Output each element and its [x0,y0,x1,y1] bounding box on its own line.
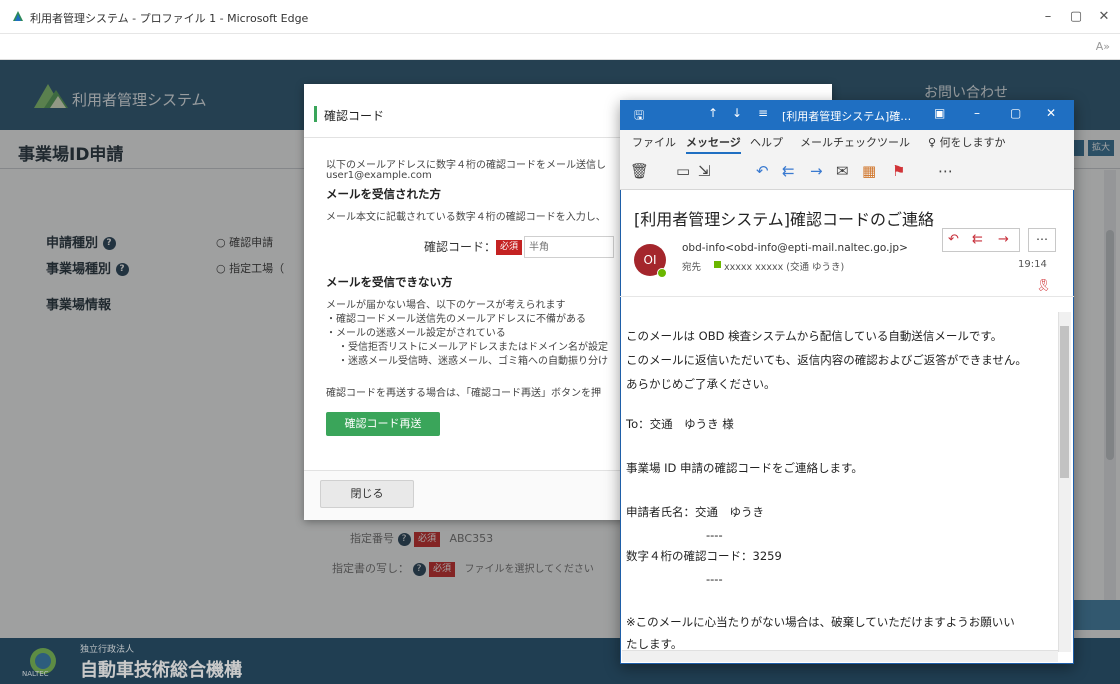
email-body-line: 事業場 ID 申請の確認コードをご連絡します。 [626,461,863,475]
minimize-button[interactable]: – [1036,8,1060,26]
recipient-status-icon [714,261,721,268]
email-scrollbar-thumb[interactable] [1060,326,1069,478]
reply-all-button[interactable]: ⇇ [972,232,983,247]
forward-icon[interactable]: → [810,162,823,180]
not-received-line: ・迷惑メール受信時、迷惑メール、ゴミ箱への自動振り分け [338,356,608,367]
tab-help[interactable]: ヘルプ [750,134,783,150]
more-commands-icon[interactable]: ⋯ [938,162,953,180]
close-window-button[interactable]: ✕ [1092,8,1116,26]
email-horizontal-scrollbar[interactable] [622,650,1058,662]
customize-toolbar-icon[interactable]: ≡ [758,106,768,120]
email-body-line: このメールに返信いただいても、返信内容の確認およびご返答ができません。 [626,353,1027,367]
browser-window-title: 利用者管理システム - プロファイル 1 - Microsoft Edge [30,12,309,25]
email-body-line: ---- [706,528,723,542]
save-icon[interactable]: 🖫 [634,106,644,127]
code-label: 確認コード： 必須 [424,238,523,255]
resend-hint: 確認コードを再送する場合は、「確認コード再送」ボタンを押 [326,388,601,399]
email-body-line: あらかじめご了承ください。 [626,377,776,391]
archive-icon[interactable]: ▭ [676,162,690,180]
app-logo-icon [13,11,23,21]
dialog-email: user1@example.com [326,170,432,181]
read-unread-icon[interactable]: ✉ [836,162,849,180]
tab-message[interactable]: メッセージ [686,134,741,154]
required-badge: 必須 [496,240,523,255]
received-time: 19:14 [1018,259,1047,270]
sender-address[interactable]: obd-info<obd-info@epti-mail.naltec.go.jp… [682,242,908,254]
more-actions-button[interactable]: ⋯ [1028,228,1056,252]
received-text: メール本文に記載されている数字４桁の確認コードを入力し、 [326,212,606,223]
received-heading: メールを受信された方 [326,187,441,201]
categorize-icon[interactable]: ▦ [862,162,876,180]
resend-code-button[interactable]: 確認コード再送 [326,412,440,436]
tell-me-search[interactable]: ♀ 何をしますか [928,134,1006,150]
not-received-heading: メールを受信できない方 [326,275,453,289]
code-input[interactable] [524,236,614,258]
not-received-line: ・メールの迷惑メール設定がされている [326,328,506,339]
reply-button[interactable]: ↶ [948,232,959,247]
importance-icon: 🎗 [1036,278,1052,292]
dialog-header-accent [314,106,317,122]
email-subject: [利用者管理システム]確認コードのご連絡 [634,210,935,229]
dialog-title: 確認コード [324,109,385,123]
not-received-line: メールが届かない場合、以下のケースが考えられます [326,300,566,311]
address-bar[interactable] [0,34,1120,60]
lightbulb-icon: ♀ [928,136,937,149]
flag-icon[interactable]: ⚑ [892,162,905,180]
email-body-line: 申請者氏名：交通 ゆうき [626,505,764,519]
previous-item-icon[interactable]: ↑ [708,106,718,120]
email-body-line: このメールは OBD 検査システムから配信している自動送信メールです。 [626,329,1003,343]
close-dialog-button[interactable]: 閉じる [320,480,414,508]
email-body-line: ---- [706,572,723,586]
outlook-minimize-button[interactable]: – [974,106,980,120]
tab-file[interactable]: ファイル [632,134,676,150]
email-body-line: To：交通 ゆうき 様 [626,417,734,431]
outlook-close-button[interactable]: ✕ [1046,106,1056,120]
header-body-divider [620,296,1074,297]
not-received-line: ・確認コードメール送信先のメールアドレスに不備がある [326,314,586,325]
ribbon-display-icon[interactable]: ▣ [934,106,945,120]
outlook-maximize-button[interactable]: ▢ [1010,106,1021,120]
email-body-line: 数字４桁の確認コード：3259 [626,549,782,563]
dialog-intro: 以下のメールアドレスに数字４桁の確認コードをメール送信し [326,160,606,171]
reply-all-icon[interactable]: ⇇ [782,162,795,180]
forward-button[interactable]: → [998,232,1009,247]
outlook-window-title: [利用者管理システム]確… [782,110,912,123]
maximize-button[interactable]: ▢ [1064,8,1088,26]
tab-mail-check-tool[interactable]: メールチェックツール [800,134,910,150]
recipient-name[interactable]: xxxxx xxxxx (交通 ゆうき) [724,259,844,273]
email-body-line: ※このメールに心当たりがない場合は、破棄していただけますようお願いい [626,615,1015,629]
recipient-prefix: 宛先 [682,262,702,273]
reply-icon[interactable]: ↶ [756,162,769,180]
delete-icon[interactable]: 🗑 [630,162,649,180]
not-received-line: ・受信拒否リストにメールアドレスまたはドメイン名が設定 [338,342,608,353]
read-aloud-icon[interactable]: A» [1096,40,1110,53]
move-icon[interactable]: ⇲ [698,162,711,180]
next-item-icon[interactable]: ↓ [732,106,742,120]
presence-status-icon [657,268,667,278]
